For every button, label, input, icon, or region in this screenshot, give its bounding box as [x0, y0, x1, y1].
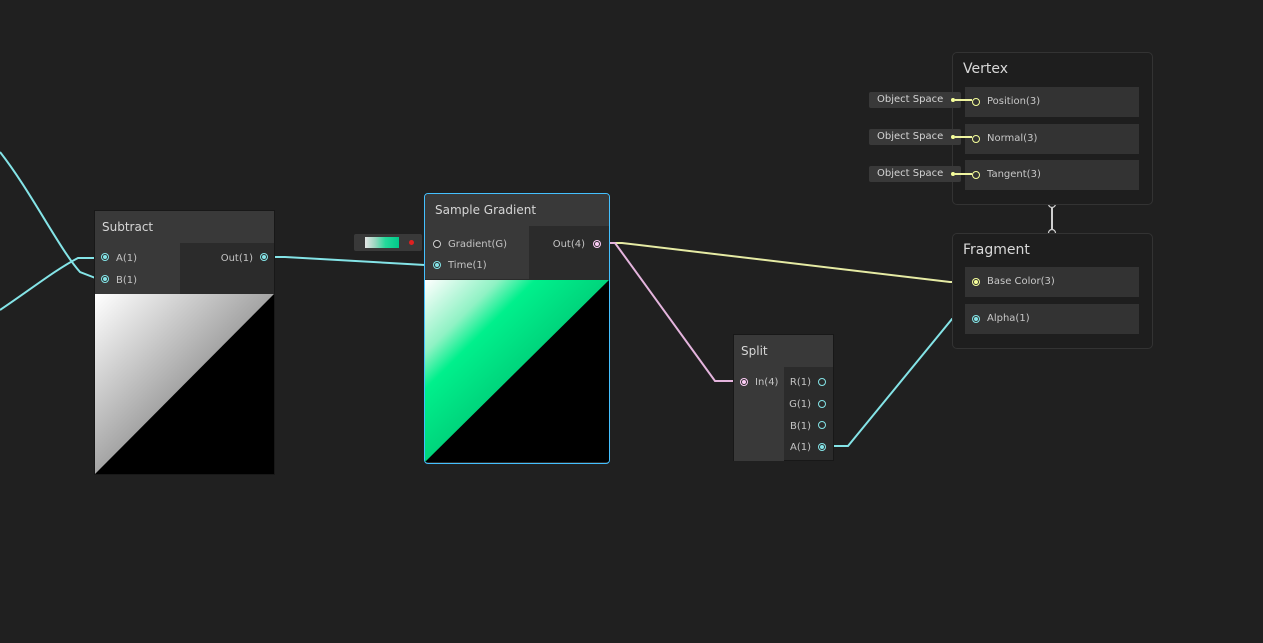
edge-subtract-to-time[interactable]: [268, 256, 437, 266]
normal-space-field[interactable]: Object Space: [869, 129, 961, 145]
port-r-label: R(1): [789, 377, 811, 388]
port-in-label: In(4): [755, 377, 779, 388]
port-time-label: Time(1): [448, 260, 487, 271]
port-out-label: Out(1): [220, 253, 253, 264]
port-a-icon[interactable]: [102, 254, 108, 260]
port-b-label: B(1): [116, 275, 138, 286]
edge-gradient-to-base-color[interactable]: [600, 242, 970, 283]
port-g-icon[interactable]: [818, 400, 826, 408]
port-b-icon[interactable]: [818, 421, 826, 429]
block-position[interactable]: Position(3): [965, 87, 1139, 117]
block-base-color[interactable]: Base Color(3): [965, 267, 1139, 297]
outputs-panel: [181, 243, 274, 294]
position-label: Position(3): [987, 96, 1041, 107]
port-out-icon[interactable]: [594, 241, 600, 247]
block-tangent[interactable]: Tangent(3): [965, 160, 1139, 190]
block-alpha[interactable]: Alpha(1): [965, 304, 1139, 334]
port-out-icon[interactable]: [261, 254, 267, 260]
base-color-port-icon[interactable]: [973, 279, 979, 285]
node-title[interactable]: Sample Gradient: [425, 194, 609, 226]
subtract-node[interactable]: Subtract A(1) B(1) Out(1): [94, 210, 275, 475]
split-node[interactable]: Split In(4) R(1) G(1) B(1) A(1): [733, 334, 834, 461]
vertex-title: Vertex: [963, 61, 1009, 77]
subtract-preview: [95, 294, 274, 474]
fragment-context[interactable]: Fragment Base Color(3) Alpha(1): [952, 233, 1153, 349]
port-gradient-icon[interactable]: [433, 240, 441, 248]
edge-gradient-to-split[interactable]: [600, 242, 743, 382]
position-space-label: Object Space: [877, 94, 944, 105]
alpha-label: Alpha(1): [987, 313, 1030, 324]
normal-port-icon[interactable]: [972, 135, 980, 143]
position-port-icon[interactable]: [972, 98, 980, 106]
edge-offscreen-to-subtract-a[interactable]: [0, 257, 98, 311]
port-time-icon[interactable]: [434, 262, 440, 268]
position-space-field[interactable]: Object Space: [869, 92, 961, 108]
node-title[interactable]: Split: [734, 335, 833, 367]
alpha-port-icon[interactable]: [973, 316, 979, 322]
vertex-context[interactable]: Vertex Position(3) Normal(3) Tangent(3): [952, 52, 1153, 205]
port-g-label: G(1): [789, 399, 811, 410]
tangent-space-label: Object Space: [877, 168, 944, 179]
normal-space-label: Object Space: [877, 131, 944, 142]
gradient-connector-icon: [409, 240, 414, 245]
port-r-icon[interactable]: [818, 378, 826, 386]
tangent-space-field[interactable]: Object Space: [869, 166, 961, 182]
tangent-label: Tangent(3): [987, 169, 1041, 180]
port-b-icon[interactable]: [102, 276, 108, 282]
shader-graph-canvas[interactable]: Subtract A(1) B(1) Out(1) Sample Gradien…: [0, 0, 1263, 643]
port-a-label: A(1): [789, 442, 811, 453]
base-color-label: Base Color(3): [987, 276, 1055, 287]
tangent-port-icon[interactable]: [972, 171, 980, 179]
sample-gradient-node[interactable]: Sample Gradient Gradient(G) Time(1) Out(…: [424, 193, 610, 464]
edge-split-a-to-alpha[interactable]: [823, 318, 972, 447]
gradient-field[interactable]: [354, 234, 422, 251]
edge-offscreen-to-subtract-b[interactable]: [0, 151, 99, 280]
block-normal[interactable]: Normal(3): [965, 124, 1139, 154]
port-gradient-label: Gradient(G): [448, 239, 508, 250]
port-a-icon[interactable]: [819, 444, 825, 450]
gradient-swatch[interactable]: [365, 237, 399, 248]
port-out-label: Out(4): [552, 239, 585, 250]
normal-label: Normal(3): [987, 133, 1038, 144]
port-a-label: A(1): [116, 253, 138, 264]
node-title[interactable]: Subtract: [95, 211, 274, 243]
port-in-icon[interactable]: [741, 379, 747, 385]
sample-gradient-preview: [425, 280, 609, 462]
port-b-label: B(1): [789, 421, 811, 432]
fragment-title: Fragment: [963, 242, 1030, 258]
inputs-panel: [95, 243, 180, 294]
